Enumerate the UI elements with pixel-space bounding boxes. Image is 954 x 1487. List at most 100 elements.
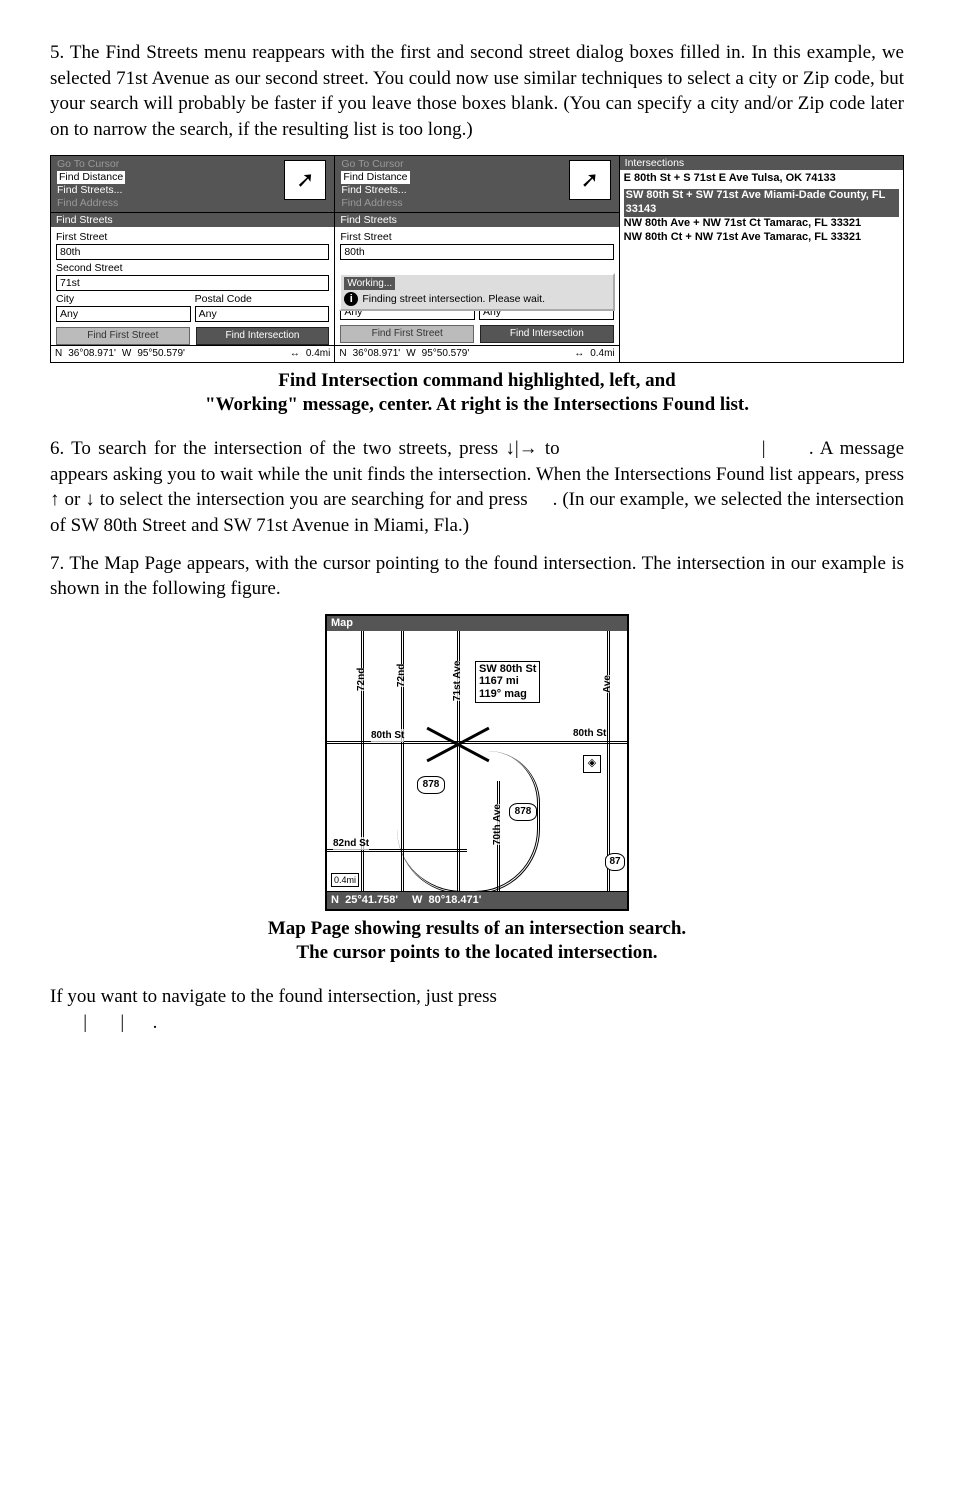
second-street-label: Second Street: [56, 261, 329, 275]
list-item[interactable]: NW 80th Ct + NW 71st Ave Tamarac, FL 333…: [624, 231, 899, 245]
list-item[interactable]: SW 80th St + SW 71st Ave Miami-Dade Coun…: [624, 189, 899, 217]
figure1-caption: Find Intersection command highlighted, l…: [50, 369, 904, 418]
postal-field[interactable]: Any: [195, 306, 330, 322]
map-info-box: SW 80th St 1167 mi 119° mag: [475, 661, 540, 703]
city-label: City: [56, 292, 191, 306]
find-streets-figure: Go To Cursor Find Distance Find Streets.…: [50, 155, 904, 363]
up-arrow: ↑: [50, 489, 60, 510]
pipe3: |: [83, 1012, 87, 1033]
p6b: to: [538, 438, 567, 459]
paragraph-8: If you want to navigate to the found int…: [50, 984, 904, 1035]
paragraph-7: 7. The Map Page appears, with the cursor…: [50, 551, 904, 602]
label-ave: Ave: [601, 675, 615, 693]
lat-lbl: N: [55, 347, 62, 361]
first-street-field-c[interactable]: 80th: [340, 244, 613, 260]
status-bar-left: N 36°08.971' W 95°50.579' ↔ 0.4mi: [51, 345, 334, 362]
info-icon: i: [344, 292, 358, 306]
p8: If you want to navigate to the found int…: [50, 986, 497, 1007]
label-82nd: 82nd St: [333, 837, 369, 851]
first-street-label: First Street: [56, 230, 329, 244]
dist-val-c: 0.4mi: [590, 347, 614, 361]
lon-lbl-c: W: [406, 347, 415, 361]
label-80th: 80th St: [371, 729, 404, 743]
p6d: or: [60, 489, 86, 510]
label-72nd-b: 72nd: [395, 663, 409, 686]
dist-val: 0.4mi: [306, 347, 330, 361]
down-arrow-2: ↓: [85, 489, 95, 510]
hwy-shield-2: 878: [509, 803, 537, 821]
dialog-title-center: Find Streets: [335, 212, 618, 227]
coord-lat: 25°41.758': [345, 894, 398, 906]
working-title: Working...: [344, 277, 395, 291]
node-87: 87: [605, 853, 625, 871]
find-intersection-button-c[interactable]: Find Intersection: [480, 325, 614, 343]
info-bearing: 119° mag: [479, 688, 536, 701]
info-name: SW 80th St: [479, 663, 536, 676]
first-street-field[interactable]: 80th: [56, 244, 329, 260]
coord-lon: 80°18.471': [429, 894, 482, 906]
caption1-line1: Find Intersection command highlighted, l…: [278, 370, 675, 391]
map-title: Map: [327, 616, 627, 631]
label-80th-r: 80th St: [573, 727, 606, 741]
first-street-label-c: First Street: [340, 230, 613, 244]
arrows-icon-c: ↔: [574, 347, 584, 361]
find-first-street-button[interactable]: Find First Street: [56, 327, 190, 345]
lon-val-c: 95°50.579': [422, 347, 470, 361]
city-field[interactable]: Any: [56, 306, 191, 322]
highway-arc: [397, 751, 540, 891]
compass-arrow-icon: ➚: [284, 160, 326, 200]
figure2-caption: Map Page showing results of an intersect…: [50, 917, 904, 966]
menu-find-distance: Find Distance: [57, 171, 125, 184]
find-intersection-button[interactable]: Find Intersection: [196, 327, 330, 345]
list-item[interactable]: NW 80th Ave + NW 71st Ct Tamarac, FL 333…: [624, 217, 899, 231]
lat-val: 36°08.971': [68, 347, 116, 361]
dialog-title-left: Find Streets: [51, 212, 334, 227]
p6a: 6. To search for the intersection of the…: [50, 438, 505, 459]
map-scale: 0.4mi: [331, 873, 359, 887]
coord-w: W: [412, 894, 422, 906]
working-popup: Working... i Finding street intersection…: [339, 273, 614, 312]
caption2-line2: The cursor points to the located interse…: [296, 942, 657, 963]
menu-find-distance-c: Find Distance: [341, 171, 409, 184]
paragraph-6: 6. To search for the intersection of the…: [50, 436, 904, 539]
second-street-field[interactable]: 71st: [56, 275, 329, 291]
pipe2: |: [762, 438, 766, 459]
pipe4: |: [120, 1012, 124, 1033]
map-canvas: 72nd 72nd 71st Ave 70th Ave Ave 80th St …: [327, 631, 627, 891]
form-left: First Street 80th Second Street 71st Cit…: [51, 227, 334, 345]
lon-lbl: W: [122, 347, 131, 361]
intersections-title: Intersections: [620, 156, 903, 170]
map-figure: Map 72nd 72nd 71st Ave 70th Ave Ave 80th…: [325, 614, 629, 911]
list-item[interactable]: E 80th St + S 71st E Ave Tulsa, OK 74133: [624, 172, 899, 186]
status-bar-center: N 36°08.971' W 95°50.579' ↔ 0.4mi: [335, 345, 618, 362]
panel-left: Go To Cursor Find Distance Find Streets.…: [51, 156, 335, 362]
road-ave: [607, 631, 610, 891]
hwy-shield-1: 878: [417, 776, 445, 794]
panel-right: Intersections E 80th St + S 71st E Ave T…: [620, 156, 903, 362]
intersections-list[interactable]: E 80th St + S 71st E Ave Tulsa, OK 74133…: [620, 170, 903, 362]
caption1-line2: "Working" message, center. At right is t…: [205, 394, 749, 415]
label-71st: 71st Ave: [451, 660, 465, 700]
coord-n: N: [331, 894, 339, 906]
compass-icon: ◈: [583, 755, 601, 773]
form-center: First Street 80th S C Any P Any Find Fir…: [335, 227, 618, 345]
working-message: Finding street intersection. Please wait…: [362, 292, 545, 306]
arrows-icon: ↔: [290, 347, 300, 361]
down-arrow: ↓: [505, 438, 515, 459]
postal-label: Postal Code: [195, 292, 330, 306]
map-coord-bar: N 25°41.758' W 80°18.471': [327, 891, 627, 909]
right-arrow: →: [519, 438, 538, 459]
paragraph-5: 5. The Find Streets menu reappears with …: [50, 40, 904, 143]
compass-arrow-icon-c: ➚: [569, 160, 611, 200]
p6e: to select the intersection you are searc…: [95, 489, 533, 510]
lat-lbl-c: N: [339, 347, 346, 361]
label-72nd-a: 72nd: [355, 667, 369, 690]
label-70th: 70th Ave: [491, 804, 505, 845]
map-cursor: [423, 719, 493, 767]
caption2-line1: Map Page showing results of an intersect…: [268, 918, 686, 939]
lat-val-c: 36°08.971': [353, 347, 401, 361]
find-first-street-button-c[interactable]: Find First Street: [340, 325, 474, 343]
lon-val: 95°50.579': [137, 347, 185, 361]
info-dist: 1167 mi: [479, 675, 536, 688]
panel-center: Go To Cursor Find Distance Find Streets.…: [335, 156, 619, 362]
